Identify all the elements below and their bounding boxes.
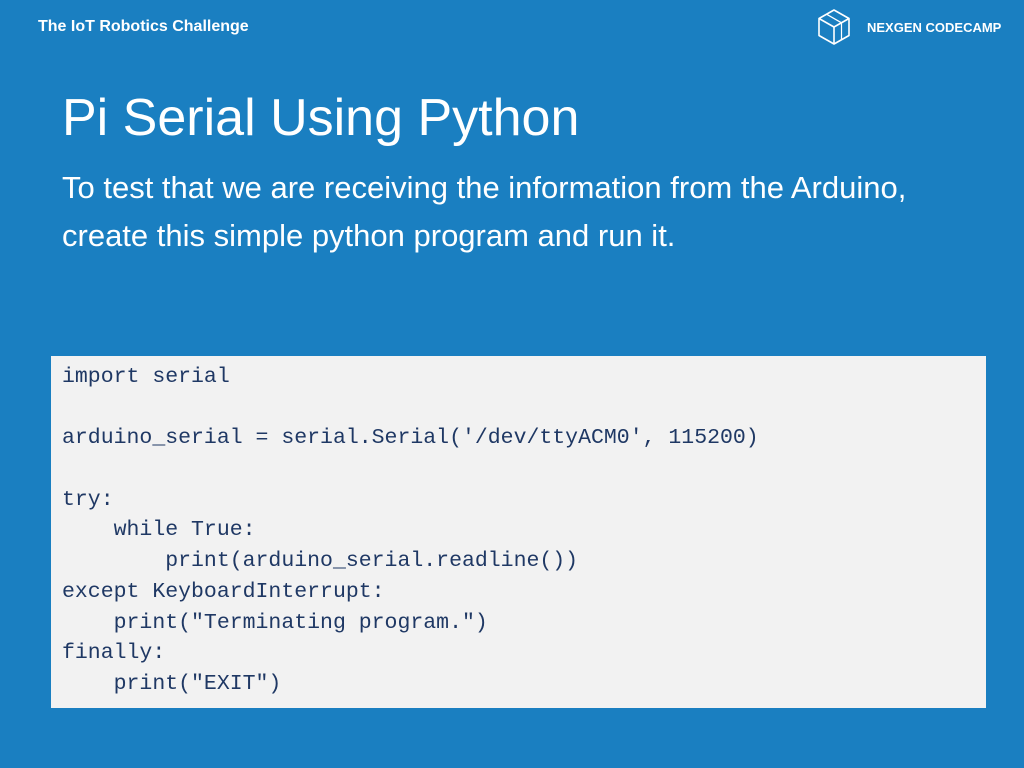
hexagon-cube-logo-icon: [818, 9, 850, 45]
code-line: print("Terminating program."): [62, 610, 488, 635]
code-block: import serial arduino_serial = serial.Se…: [51, 356, 986, 708]
code-line: arduino_serial = serial.Serial('/dev/tty…: [62, 426, 759, 451]
brand-name: NEXGEN CODECAMP: [867, 20, 1002, 35]
code-line: except KeyboardInterrupt:: [62, 579, 385, 604]
code-line: import serial: [62, 365, 230, 389]
code-line: while True:: [62, 518, 256, 543]
slide-subtitle: To test that we are receiving the inform…: [62, 170, 907, 253]
course-title: The IoT Robotics Challenge: [38, 18, 249, 35]
slide-title: Pi Serial Using Python: [62, 89, 580, 147]
brand-logo: NEXGEN CODECAMP: [816, 8, 1016, 48]
code-line: print("EXIT"): [62, 671, 282, 696]
code-line: try:: [62, 487, 114, 512]
code-line: finally:: [62, 641, 166, 666]
code-line: print(arduino_serial.readline()): [62, 549, 579, 574]
